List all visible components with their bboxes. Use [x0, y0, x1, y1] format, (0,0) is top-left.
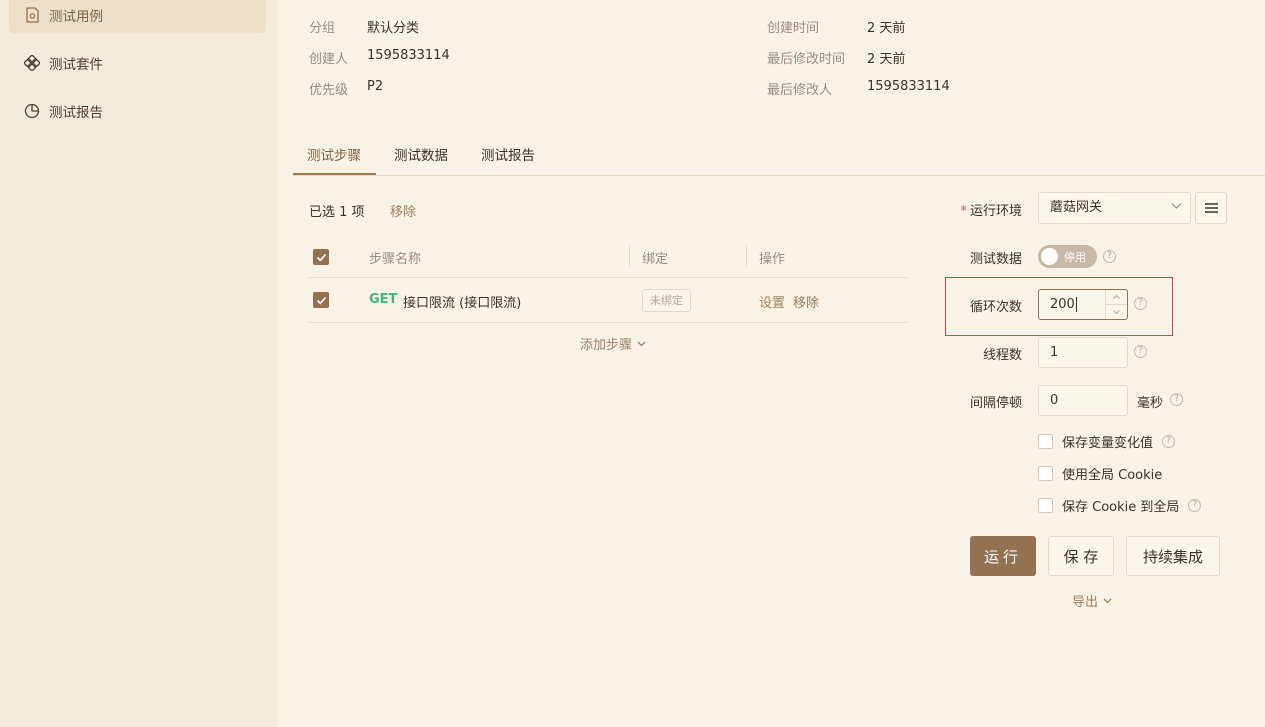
export-label: 导出 [1072, 595, 1099, 610]
loop-count-value: 200 [1050, 297, 1075, 312]
row-checkbox[interactable] [313, 292, 329, 308]
export-button[interactable]: 导出 [1072, 591, 1112, 610]
tab-test-data[interactable]: 测试数据 [394, 144, 448, 164]
text-caret [1075, 297, 1077, 312]
test-data-label: 测试数据 [969, 252, 1022, 267]
group-label: 分组 [309, 21, 336, 36]
tab-bar: 测试步骤 测试数据 测试报告 [293, 135, 1265, 176]
select-all-checkbox[interactable] [313, 249, 329, 265]
run-button[interactable]: 运行 [970, 536, 1036, 576]
help-icon[interactable]: ? [1134, 345, 1147, 358]
modifier-label: 最后修改人 [767, 83, 833, 98]
run-env-label: * 运行环境 [960, 204, 1022, 219]
interval-value: 0 [1050, 393, 1059, 408]
sidebar-item-test-cases[interactable]: 测试用例 [9, 0, 266, 33]
required-mark: * [960, 204, 967, 219]
created-time-value: 2 天前 [867, 21, 906, 36]
step-settings-button[interactable]: 设置 [759, 292, 785, 311]
sidebar-item-label: 测试用例 [49, 9, 103, 25]
column-divider [629, 246, 630, 266]
hamburger-icon [1204, 203, 1218, 213]
sidebar-item-label: 测试套件 [49, 57, 103, 73]
selected-count: 已选 1 项 [309, 205, 365, 220]
save-button[interactable]: 保 存 [1048, 536, 1114, 576]
creator-label: 创建人 [309, 52, 349, 67]
loop-count-label: 循环次数 [969, 300, 1022, 315]
modified-time-label: 最后修改时间 [767, 52, 846, 67]
suite-icon [23, 54, 41, 72]
add-step-label: 添加步骤 [580, 338, 633, 353]
column-header-binding: 绑定 [642, 252, 669, 267]
run-env-select[interactable]: 蘑菇网关 [1038, 192, 1191, 224]
binding-status-tag: 未绑定 [642, 289, 691, 312]
threads-value: 1 [1050, 345, 1059, 360]
priority-label: 优先级 [309, 83, 349, 98]
help-icon[interactable]: ? [1188, 499, 1202, 512]
steps-table: 步骤名称 绑定 操作 GET 接口限流 (接口限流) 未绑定 设置 移除 [308, 235, 908, 323]
continuous-integration-button[interactable]: 持续集成 [1126, 536, 1220, 576]
help-icon[interactable]: ? [1134, 297, 1147, 310]
option-label: 保存 Cookie 到全局 [1062, 500, 1180, 515]
column-divider [746, 246, 747, 266]
table-row: GET 接口限流 (接口限流) 未绑定 设置 移除 [308, 278, 908, 323]
help-icon[interactable]: ? [1103, 250, 1116, 263]
save-variables-checkbox[interactable] [1038, 434, 1053, 449]
threads-input[interactable]: 1 [1038, 337, 1128, 368]
step-name[interactable]: 接口限流 (接口限流) [403, 292, 521, 311]
chevron-down-icon [637, 341, 646, 346]
env-menu-button[interactable] [1195, 192, 1227, 224]
toggle-label: 停用 [1064, 251, 1086, 264]
column-header-step-name: 步骤名称 [369, 252, 422, 267]
increment-button[interactable] [1106, 290, 1127, 304]
priority-value: P2 [367, 79, 384, 94]
option-label: 保存变量变化值 [1062, 436, 1154, 451]
table-header: 步骤名称 绑定 操作 [308, 235, 908, 278]
chevron-up-icon [1113, 295, 1120, 299]
option-save-variables: 保存变量变化值 ? [1038, 432, 1176, 451]
chevron-down-icon [1171, 203, 1182, 209]
check-icon [316, 253, 326, 262]
remove-selected-button[interactable]: 移除 [390, 201, 416, 220]
interval-unit: 毫秒 [1137, 396, 1164, 411]
test-data-toggle[interactable]: 停用 [1038, 245, 1097, 268]
creator-value: 1595833114 [367, 48, 450, 63]
group-value: 默认分类 [367, 21, 420, 36]
global-cookie-checkbox[interactable] [1038, 466, 1053, 481]
tab-test-steps[interactable]: 测试步骤 [307, 144, 361, 164]
modified-time-value: 2 天前 [867, 52, 906, 67]
chevron-down-icon [1103, 598, 1112, 603]
chevron-down-icon [1113, 310, 1120, 314]
sidebar-item-test-reports[interactable]: 测试报告 [9, 93, 266, 129]
add-step-button[interactable]: 添加步骤 [580, 334, 646, 353]
column-header-actions: 操作 [759, 252, 786, 267]
document-icon [23, 6, 41, 24]
help-icon[interactable]: ? [1170, 393, 1183, 406]
toggle-knob [1041, 248, 1058, 265]
option-label: 使用全局 Cookie [1062, 468, 1163, 483]
run-env-value: 蘑菇网关 [1050, 200, 1103, 215]
sidebar-item-label: 测试报告 [49, 105, 103, 121]
help-icon[interactable]: ? [1162, 435, 1176, 448]
created-time-label: 创建时间 [767, 21, 820, 36]
sidebar-item-test-suites[interactable]: 测试套件 [9, 45, 266, 81]
check-icon [316, 296, 326, 305]
option-global-cookie: 使用全局 Cookie [1038, 464, 1162, 483]
loop-count-stepper [1105, 290, 1127, 319]
sidebar: 测试用例 测试套件 测试报告 [0, 0, 277, 727]
threads-label: 线程数 [982, 348, 1022, 363]
http-method-badge: GET [369, 292, 398, 307]
step-remove-button[interactable]: 移除 [793, 292, 819, 311]
pie-chart-icon [23, 102, 41, 120]
option-save-cookie: 保存 Cookie 到全局 ? [1038, 496, 1202, 515]
interval-label: 间隔停顿 [969, 396, 1022, 411]
modifier-value: 1595833114 [867, 79, 950, 94]
tab-test-reports[interactable]: 测试报告 [481, 144, 535, 164]
loop-count-input[interactable]: 200 [1038, 289, 1128, 320]
interval-input[interactable]: 0 [1038, 385, 1128, 416]
active-tab-indicator [293, 173, 376, 175]
decrement-button[interactable] [1106, 304, 1127, 319]
save-cookie-checkbox[interactable] [1038, 498, 1053, 513]
